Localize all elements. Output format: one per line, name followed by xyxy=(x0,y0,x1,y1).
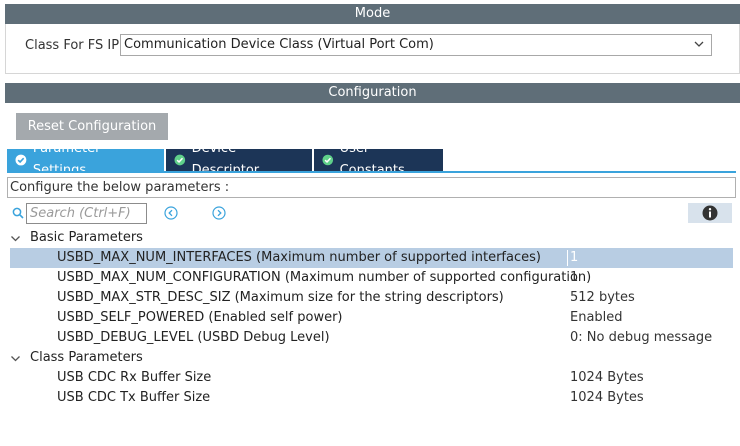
mode-header: Mode xyxy=(5,4,740,24)
class-for-fs-ip-label: Class For FS IP xyxy=(25,38,120,53)
param-name: USBD_MAX_STR_DESC_SIZ (Maximum size for … xyxy=(57,290,504,305)
class-for-fs-ip-select[interactable]: Communication Device Class (Virtual Port… xyxy=(120,34,712,56)
group-basic-parameters[interactable]: Basic Parameters xyxy=(10,228,143,248)
info-icon xyxy=(702,205,718,221)
chevron-down-icon xyxy=(11,355,20,361)
tab-device-descriptor[interactable]: Device Descriptor xyxy=(166,141,312,178)
param-name: USB CDC Rx Buffer Size xyxy=(57,370,212,385)
tab-label: User Constants xyxy=(339,141,405,178)
info-button[interactable] xyxy=(688,203,732,223)
class-for-fs-ip-value: Communication Device Class (Virtual Port… xyxy=(124,37,434,52)
previous-arrow-icon[interactable] xyxy=(164,206,178,220)
param-row-usb-cdc-tx-buffer-size[interactable]: USB CDC Tx Buffer Size 1024 Bytes xyxy=(10,388,733,408)
check-circle-icon xyxy=(174,154,186,166)
reset-configuration-button[interactable]: Reset Configuration xyxy=(16,113,168,140)
tab-label: Device Descriptor xyxy=(191,141,260,178)
param-row-usbd-max-str-desc-siz[interactable]: USBD_MAX_STR_DESC_SIZ (Maximum size for … xyxy=(10,288,733,308)
check-circle-icon xyxy=(322,154,334,166)
config-tabs: Parameter Settings Device Descriptor Use… xyxy=(7,141,445,178)
param-value: 0: No debug message xyxy=(570,330,713,345)
tab-parameter-settings[interactable]: Parameter Settings xyxy=(7,141,164,178)
param-name: USBD_SELF_POWERED (Enabled self power) xyxy=(57,310,343,325)
param-name: USBD_MAX_NUM_INTERFACES (Maximum number … xyxy=(57,250,541,265)
param-row-usbd-self-powered[interactable]: USBD_SELF_POWERED (Enabled self power) E… xyxy=(10,308,733,328)
tab-label: Parameter Settings xyxy=(32,141,101,178)
group-class-parameters[interactable]: Class Parameters xyxy=(10,348,143,368)
param-name: USBD_DEBUG_LEVEL (USBD Debug Level) xyxy=(57,330,330,345)
configuration-header: Configuration xyxy=(5,83,740,103)
chevron-down-icon xyxy=(11,235,20,241)
tab-user-constants[interactable]: User Constants xyxy=(314,141,443,178)
param-name: USB CDC Tx Buffer Size xyxy=(57,390,211,405)
chevron-down-icon xyxy=(694,41,704,47)
column-separator xyxy=(567,250,568,266)
param-row-usbd-debug-level[interactable]: USBD_DEBUG_LEVEL (USBD Debug Level) 0: N… xyxy=(10,328,733,348)
param-row-usbd-max-num-configuration[interactable]: USBD_MAX_NUM_CONFIGURATION (Maximum numb… xyxy=(10,268,733,288)
param-value: 1024 Bytes xyxy=(570,370,644,385)
search-input[interactable]: Search (Ctrl+F) xyxy=(26,203,147,224)
param-value: Enabled xyxy=(570,310,623,325)
search-icon xyxy=(12,207,24,219)
group-label: Basic Parameters xyxy=(30,230,143,245)
next-arrow-icon[interactable] xyxy=(212,206,226,220)
param-value: 1024 Bytes xyxy=(570,390,644,405)
group-label: Class Parameters xyxy=(30,350,143,365)
param-value: 1 xyxy=(570,270,579,285)
param-value: 1 xyxy=(570,250,579,265)
param-name: USBD_MAX_NUM_CONFIGURATION (Maximum numb… xyxy=(57,270,592,285)
param-value: 512 bytes xyxy=(570,290,635,305)
tab-underline xyxy=(7,171,736,173)
check-circle-icon xyxy=(15,154,27,166)
param-row-usb-cdc-rx-buffer-size[interactable]: USB CDC Rx Buffer Size 1024 Bytes xyxy=(10,368,733,388)
configure-instructions: Configure the below parameters : xyxy=(7,177,736,198)
param-row-usbd-max-num-interfaces[interactable]: USBD_MAX_NUM_INTERFACES (Maximum number … xyxy=(10,248,733,268)
